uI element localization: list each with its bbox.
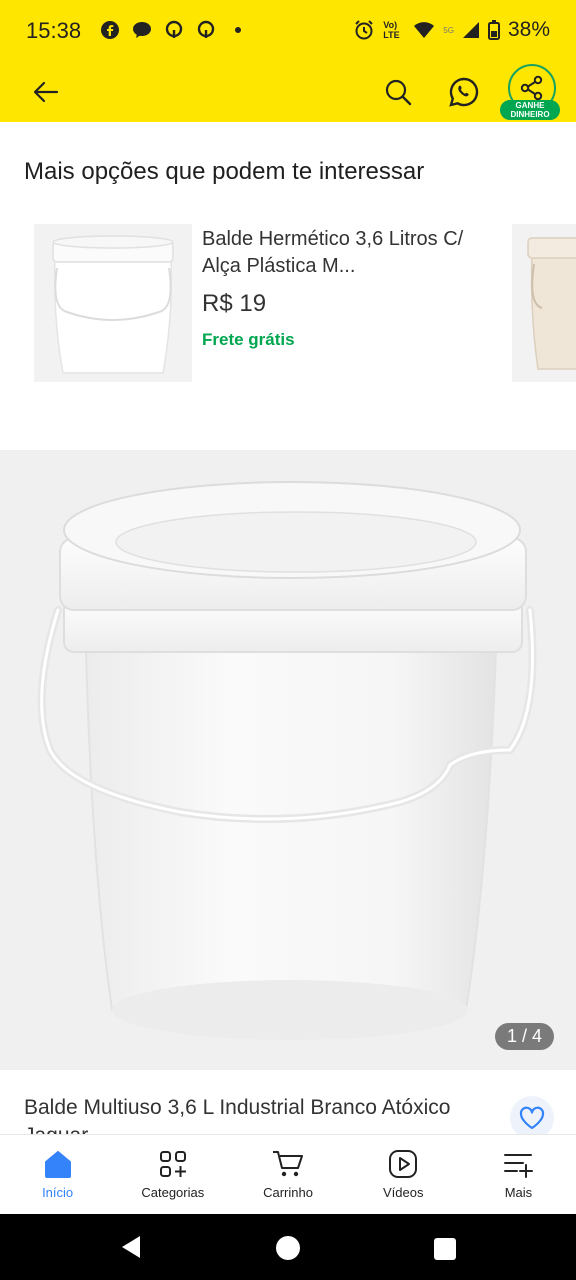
bucket-image	[527, 237, 576, 370]
nav-item-more[interactable]: Mais	[461, 1135, 576, 1214]
share-icon	[520, 75, 543, 101]
notification-icons	[100, 20, 248, 40]
recommendation-card[interactable]: Balde Hermético 3,6 Litros C/ Alça Plást…	[0, 222, 576, 384]
notification-ring-icon	[164, 20, 184, 40]
nav-item-cart[interactable]: Carrinho	[230, 1135, 345, 1214]
facebook-icon	[100, 20, 120, 40]
volte-icon: Vo) LTE	[383, 20, 400, 40]
nav-label-home: Início	[42, 1185, 74, 1200]
home-icon	[41, 1147, 75, 1181]
product-image-gallery[interactable]: 1 / 4	[0, 450, 576, 1070]
arrow-left-icon	[33, 81, 59, 103]
network-type: 5G	[443, 25, 454, 35]
product-title: Balde Multiuso 3,6 L Industrial Branco A…	[24, 1096, 451, 1134]
recommendation-title: Balde Hermético 3,6 Litros C/ Alça Plást…	[202, 228, 464, 277]
nav-label-videos: Vídeos	[382, 1185, 424, 1200]
alarm-icon	[355, 20, 374, 40]
dot-icon	[228, 20, 248, 40]
gallery-page-counter: 1 / 4	[494, 1023, 554, 1050]
video-icon	[386, 1147, 420, 1181]
whatsapp-button[interactable]	[444, 72, 484, 112]
system-recents-button[interactable]	[434, 1238, 456, 1260]
search-icon	[385, 79, 412, 106]
nav-item-categories[interactable]: Categorias	[115, 1135, 230, 1214]
status-bar: 15:38 Vo) LTE 5G 38%	[0, 0, 576, 64]
next-product-thumbnail[interactable]	[512, 224, 576, 382]
nav-label-cart: Carrinho	[263, 1185, 313, 1200]
top-navigation: GANHE DINHEIRO	[0, 64, 576, 122]
bucket-image	[52, 235, 174, 374]
whatsapp-icon	[449, 77, 479, 107]
system-home-button[interactable]	[276, 1236, 300, 1260]
signal-icon	[462, 22, 479, 38]
product-main-image	[37, 481, 537, 1040]
nav-label-categories: Categorias	[141, 1185, 205, 1200]
product-thumbnail	[34, 224, 192, 382]
notification-ring-icon	[196, 20, 216, 40]
wifi-icon	[414, 22, 435, 38]
free-shipping-label: Frete grátis	[202, 330, 295, 349]
chat-bubble-icon	[132, 20, 152, 40]
recommendation-price: R$ 19	[202, 290, 267, 317]
cart-icon	[271, 1147, 305, 1181]
system-navigation-bar	[0, 1214, 576, 1280]
battery-icon	[487, 20, 500, 40]
bottom-navigation: Início Categorias Carrinho Vídeos Mais	[0, 1134, 576, 1214]
status-time: 15:38	[26, 18, 82, 43]
battery-percentage: 38%	[507, 18, 550, 41]
categories-icon	[156, 1147, 190, 1181]
system-back-icon[interactable]	[118, 1234, 144, 1260]
menu-more-icon	[501, 1147, 535, 1181]
heart-icon	[519, 1106, 545, 1130]
status-indicators: Vo) LTE 5G 38%	[353, 18, 550, 42]
nav-item-home[interactable]: Início	[0, 1135, 115, 1214]
share-earn-badge: GANHE DINHEIRO	[500, 100, 560, 120]
recommendations-title: Mais opções que podem te interessar	[24, 158, 425, 185]
nav-label-more: Mais	[504, 1185, 533, 1200]
back-button[interactable]	[28, 74, 64, 110]
search-button[interactable]	[380, 72, 416, 112]
nav-item-videos[interactable]: Vídeos	[346, 1135, 461, 1214]
